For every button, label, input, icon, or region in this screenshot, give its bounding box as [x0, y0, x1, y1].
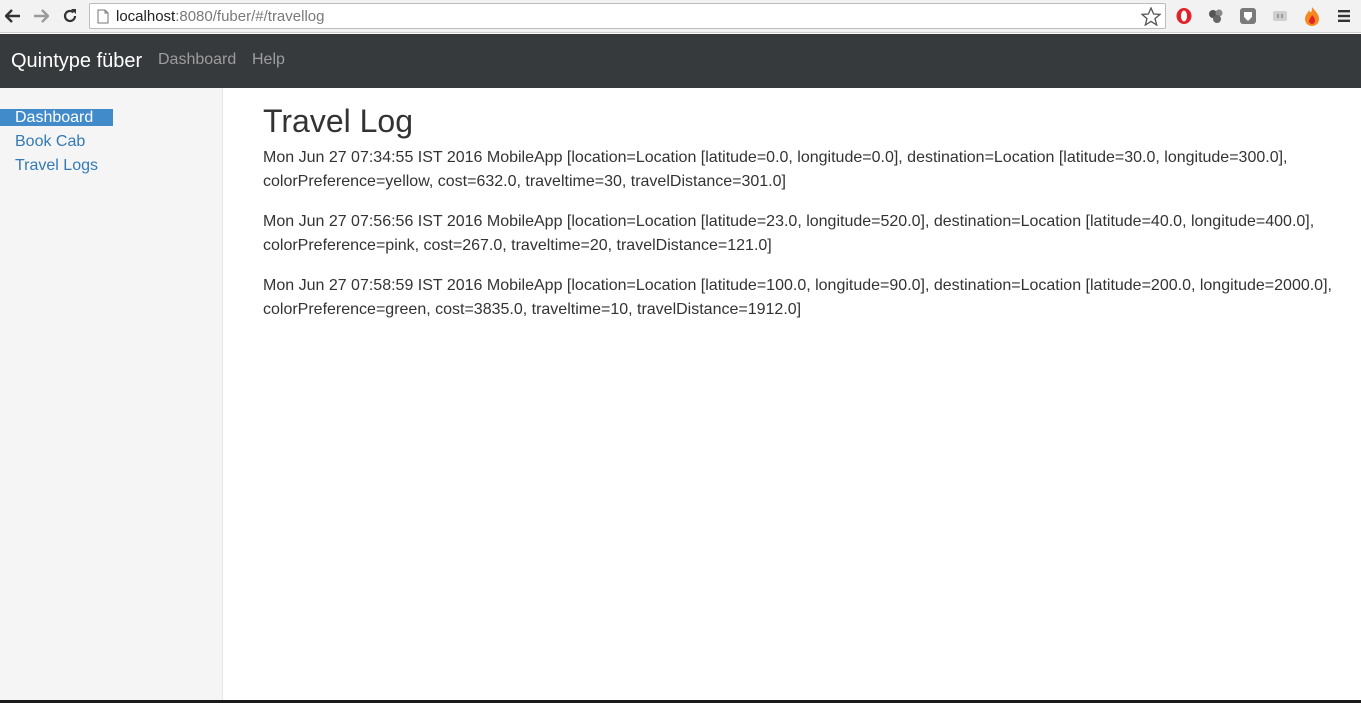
- star-icon[interactable]: [1140, 6, 1162, 31]
- nav-link-help[interactable]: Help: [252, 51, 285, 69]
- extension-icon[interactable]: [1206, 6, 1226, 26]
- page-icon: [97, 9, 109, 29]
- back-arrow-icon[interactable]: [3, 6, 23, 26]
- sidebar-item-book-cab[interactable]: Book Cab: [0, 133, 85, 150]
- address-bar[interactable]: localhost:8080/fuber/#/travellog: [89, 3, 1166, 29]
- menu-icon[interactable]: [1334, 6, 1354, 26]
- forward-arrow-icon[interactable]: [31, 6, 51, 26]
- url-host: localhost: [116, 8, 176, 25]
- sidebar-item-travel-logs[interactable]: Travel Logs: [0, 157, 98, 174]
- fire-icon[interactable]: [1302, 6, 1322, 26]
- url-path: :8080/fuber/#/travellog: [175, 8, 325, 25]
- page-title: Travel Log: [263, 103, 413, 139]
- extension-icon[interactable]: [1270, 6, 1290, 26]
- shield-icon[interactable]: [1238, 6, 1258, 26]
- log-entry: Mon Jun 27 07:34:55 IST 2016 MobileApp […: [263, 149, 1288, 190]
- nav-link-dashboard[interactable]: Dashboard: [158, 51, 236, 69]
- sidebar: Dashboard Book Cab Travel Logs: [0, 88, 223, 703]
- browser-toolbar: localhost:8080/fuber/#/travellog: [0, 0, 1361, 33]
- app-navbar: Quintype füber Dashboard Help: [0, 34, 1361, 88]
- url-text[interactable]: localhost:8080/fuber/#/travellog: [116, 8, 324, 25]
- log-entry: Mon Jun 27 07:56:56 IST 2016 MobileApp […: [263, 213, 1315, 254]
- log-entry: Mon Jun 27 07:58:59 IST 2016 MobileApp […: [263, 277, 1332, 318]
- brand[interactable]: Quintype füber: [11, 50, 142, 72]
- sidebar-item-dashboard[interactable]: Dashboard: [0, 109, 113, 126]
- opera-icon[interactable]: [1174, 6, 1194, 26]
- reload-icon[interactable]: [60, 6, 80, 26]
